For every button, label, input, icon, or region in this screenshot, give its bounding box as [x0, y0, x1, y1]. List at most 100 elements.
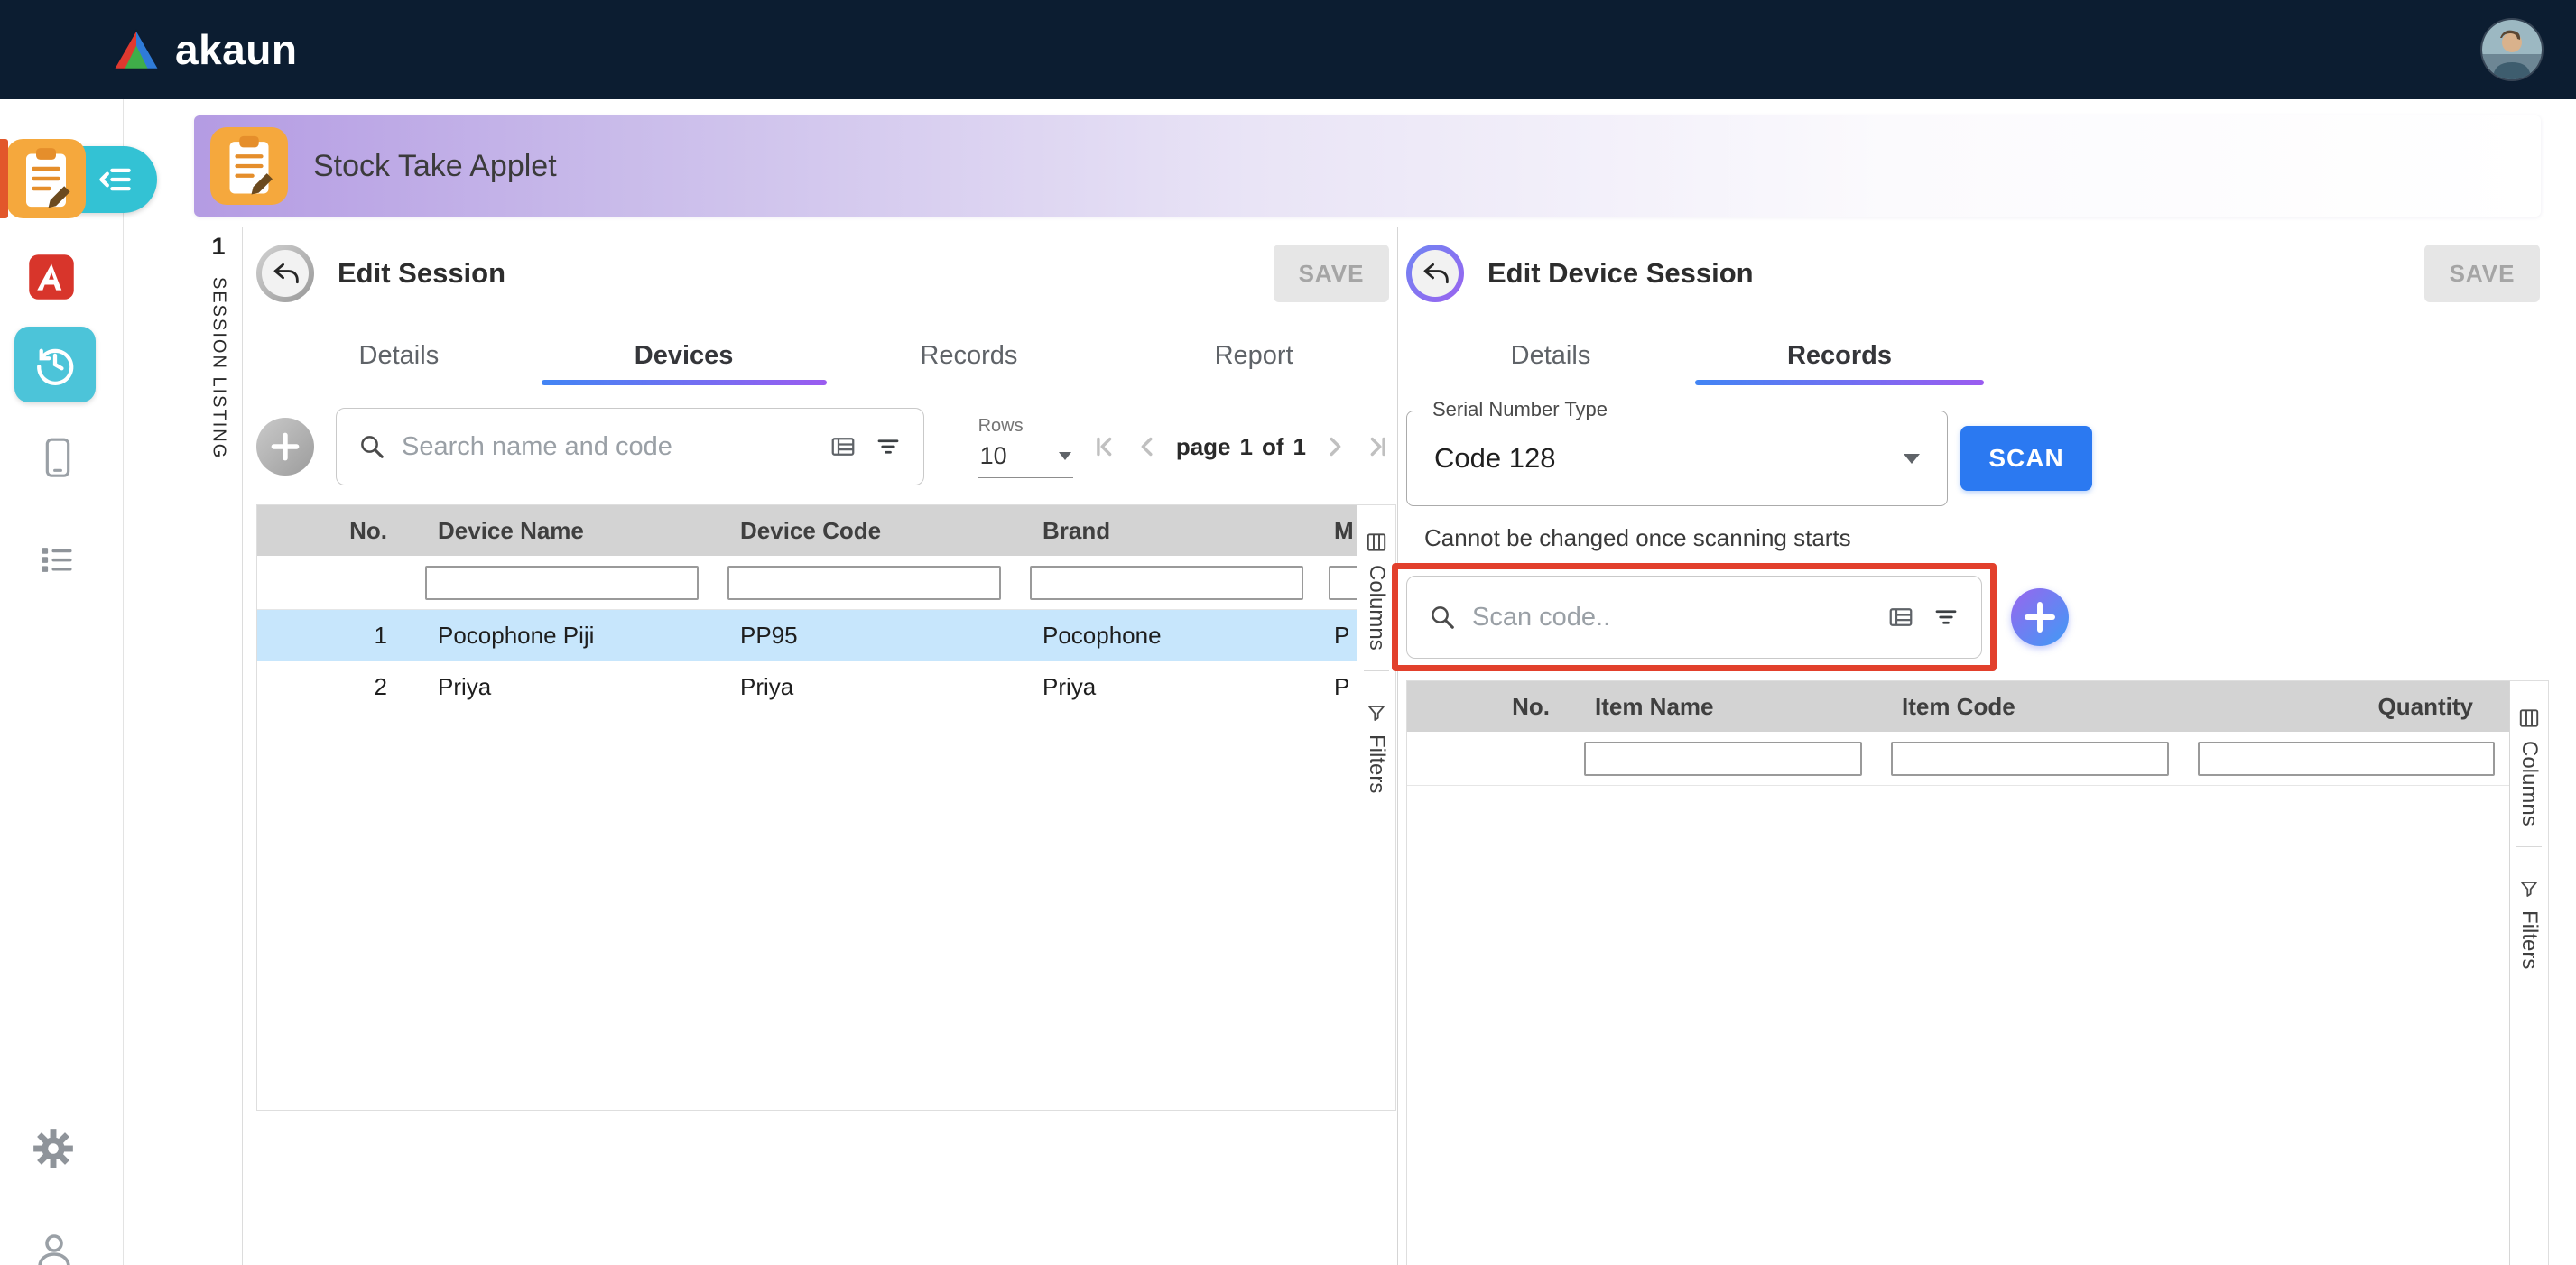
device-row-1[interactable]: 1 Pocophone Piji PP95 Pocophone P — [257, 610, 1357, 661]
cell-device-code: PP95 — [713, 622, 1015, 650]
columns-control[interactable]: Columns — [1364, 531, 1389, 671]
scan-button[interactable]: SCAN — [1960, 426, 2092, 491]
settings-gear-button[interactable] — [32, 1128, 74, 1169]
add-record-button[interactable] — [2011, 588, 2069, 646]
table-view-button[interactable] — [829, 433, 857, 460]
cell-device-code: Priya — [713, 673, 1015, 701]
stock-take-applet-icon[interactable] — [6, 137, 86, 220]
mobile-device-button[interactable] — [40, 435, 76, 482]
scan-code-input[interactable] — [1472, 603, 1871, 632]
filter-quantity-input[interactable] — [2198, 742, 2495, 776]
collapse-menu-button[interactable] — [74, 146, 157, 213]
clipboard-icon — [210, 127, 288, 205]
profile-button[interactable] — [32, 1229, 76, 1265]
filter-brand-input[interactable] — [1030, 566, 1303, 600]
col-header-quantity: Quantity — [2183, 693, 2509, 721]
user-avatar[interactable] — [2482, 20, 2542, 79]
filters-label: Filters — [1364, 734, 1389, 793]
table-view-button[interactable] — [1887, 604, 1914, 631]
back-button[interactable] — [1406, 245, 1464, 302]
prev-page-button[interactable] — [1129, 426, 1167, 467]
serial-number-row: Serial Number Type Code 128 SCAN — [1406, 411, 2576, 506]
cell-brand: Priya — [1015, 673, 1318, 701]
add-device-button[interactable] — [256, 418, 314, 476]
session-listing-tab[interactable]: 1 SESSION LISTING — [195, 233, 242, 459]
total-pages: 1 — [1293, 433, 1306, 461]
serial-number-type-select[interactable]: Serial Number Type Code 128 — [1406, 411, 1948, 506]
edit-device-session-tabs: Details Records — [1406, 328, 2576, 383]
record-table-side-controls: Columns Filters — [2509, 681, 2548, 1265]
cell-model: P — [1318, 622, 1357, 650]
device-search-input[interactable] — [402, 432, 813, 462]
session-listing-index: 1 — [211, 233, 225, 261]
table-view-icon — [1887, 604, 1914, 631]
filter-list-button[interactable] — [875, 433, 902, 460]
tab-records[interactable]: Records — [827, 328, 1112, 383]
save-button[interactable]: SAVE — [2424, 245, 2540, 302]
filter-model-input[interactable] — [1329, 566, 1357, 600]
tab-details[interactable]: Details — [256, 328, 542, 383]
edit-device-session-panel: Edit Device Session SAVE Details Records… — [1406, 230, 2576, 1265]
back-button[interactable] — [256, 245, 314, 302]
session-history-button[interactable] — [14, 327, 96, 402]
first-page-button[interactable] — [1086, 426, 1124, 467]
search-icon — [1429, 604, 1456, 631]
history-icon — [31, 340, 79, 389]
rows-per-page-select[interactable]: Rows 10 — [978, 416, 1073, 478]
app-sidebar — [0, 99, 124, 1265]
device-table-region: No. Device Name Device Code Brand M 1 Po… — [256, 504, 1396, 1111]
page-title: Stock Take Applet — [313, 149, 557, 184]
pdf-icon — [27, 253, 76, 301]
filter-item-name-input[interactable] — [1584, 742, 1862, 776]
record-table: No. Item Name Item Code Quantity — [1407, 681, 2509, 1265]
tab-records[interactable]: Records — [1695, 328, 1984, 383]
scan-code-box — [1406, 576, 1982, 659]
session-strip-divider — [242, 227, 243, 1265]
cell-device-name: Pocophone Piji — [411, 622, 713, 650]
pagination: page 1 of 1 — [1086, 426, 1396, 467]
filter-item-code-input[interactable] — [1891, 742, 2169, 776]
pdf-export-button[interactable] — [27, 253, 76, 301]
back-arrow-icon — [270, 258, 301, 289]
filters-control[interactable]: Filters — [1364, 702, 1389, 813]
col-header-device-code: Device Code — [713, 517, 1015, 545]
filters-control[interactable]: Filters — [2516, 878, 2542, 989]
last-page-button[interactable] — [1358, 426, 1396, 467]
device-row-2[interactable]: 2 Priya Priya Priya P — [257, 661, 1357, 713]
caret-down-icon — [1904, 454, 1920, 464]
applet-header-band: Stock Take Applet — [194, 115, 2541, 217]
funnel-icon — [2518, 878, 2540, 900]
filter-device-code-input[interactable] — [727, 566, 1001, 600]
list-view-button[interactable] — [34, 540, 79, 579]
list-icon — [34, 540, 79, 579]
col-header-no: No. — [257, 517, 411, 545]
rows-value: 10 — [980, 442, 1007, 470]
record-table-region: No. Item Name Item Code Quantity — [1406, 680, 2549, 1265]
filter-list-button[interactable] — [1932, 604, 1960, 631]
tab-details[interactable]: Details — [1406, 328, 1695, 383]
filter-list-icon — [875, 433, 902, 460]
search-box-actions — [829, 433, 902, 460]
screen: akaun — [0, 0, 2576, 1265]
caret-down-icon — [1059, 452, 1071, 460]
columns-control[interactable]: Columns — [2516, 706, 2542, 847]
table-view-icon — [829, 433, 857, 460]
active-applet-indicator — [0, 139, 8, 218]
plus-icon — [2021, 598, 2059, 636]
tab-report[interactable]: Report — [1111, 328, 1396, 383]
of-word: of — [1262, 433, 1284, 461]
col-header-device-name: Device Name — [411, 517, 713, 545]
page-indicator: page 1 of 1 — [1172, 433, 1310, 461]
filter-device-name-input[interactable] — [425, 566, 699, 600]
panel-title: Edit Session — [338, 257, 505, 290]
akaun-logo[interactable]: akaun — [112, 25, 297, 74]
phone-icon — [40, 435, 76, 482]
cell-model: P — [1318, 673, 1357, 701]
columns-label: Columns — [1364, 565, 1389, 651]
tab-devices[interactable]: Devices — [542, 328, 827, 383]
serial-number-type-label: Serial Number Type — [1423, 398, 1617, 421]
scan-box-actions — [1887, 604, 1960, 631]
next-page-button[interactable] — [1315, 426, 1353, 467]
save-button[interactable]: SAVE — [1274, 245, 1389, 302]
record-table-filter-row — [1407, 732, 2509, 786]
